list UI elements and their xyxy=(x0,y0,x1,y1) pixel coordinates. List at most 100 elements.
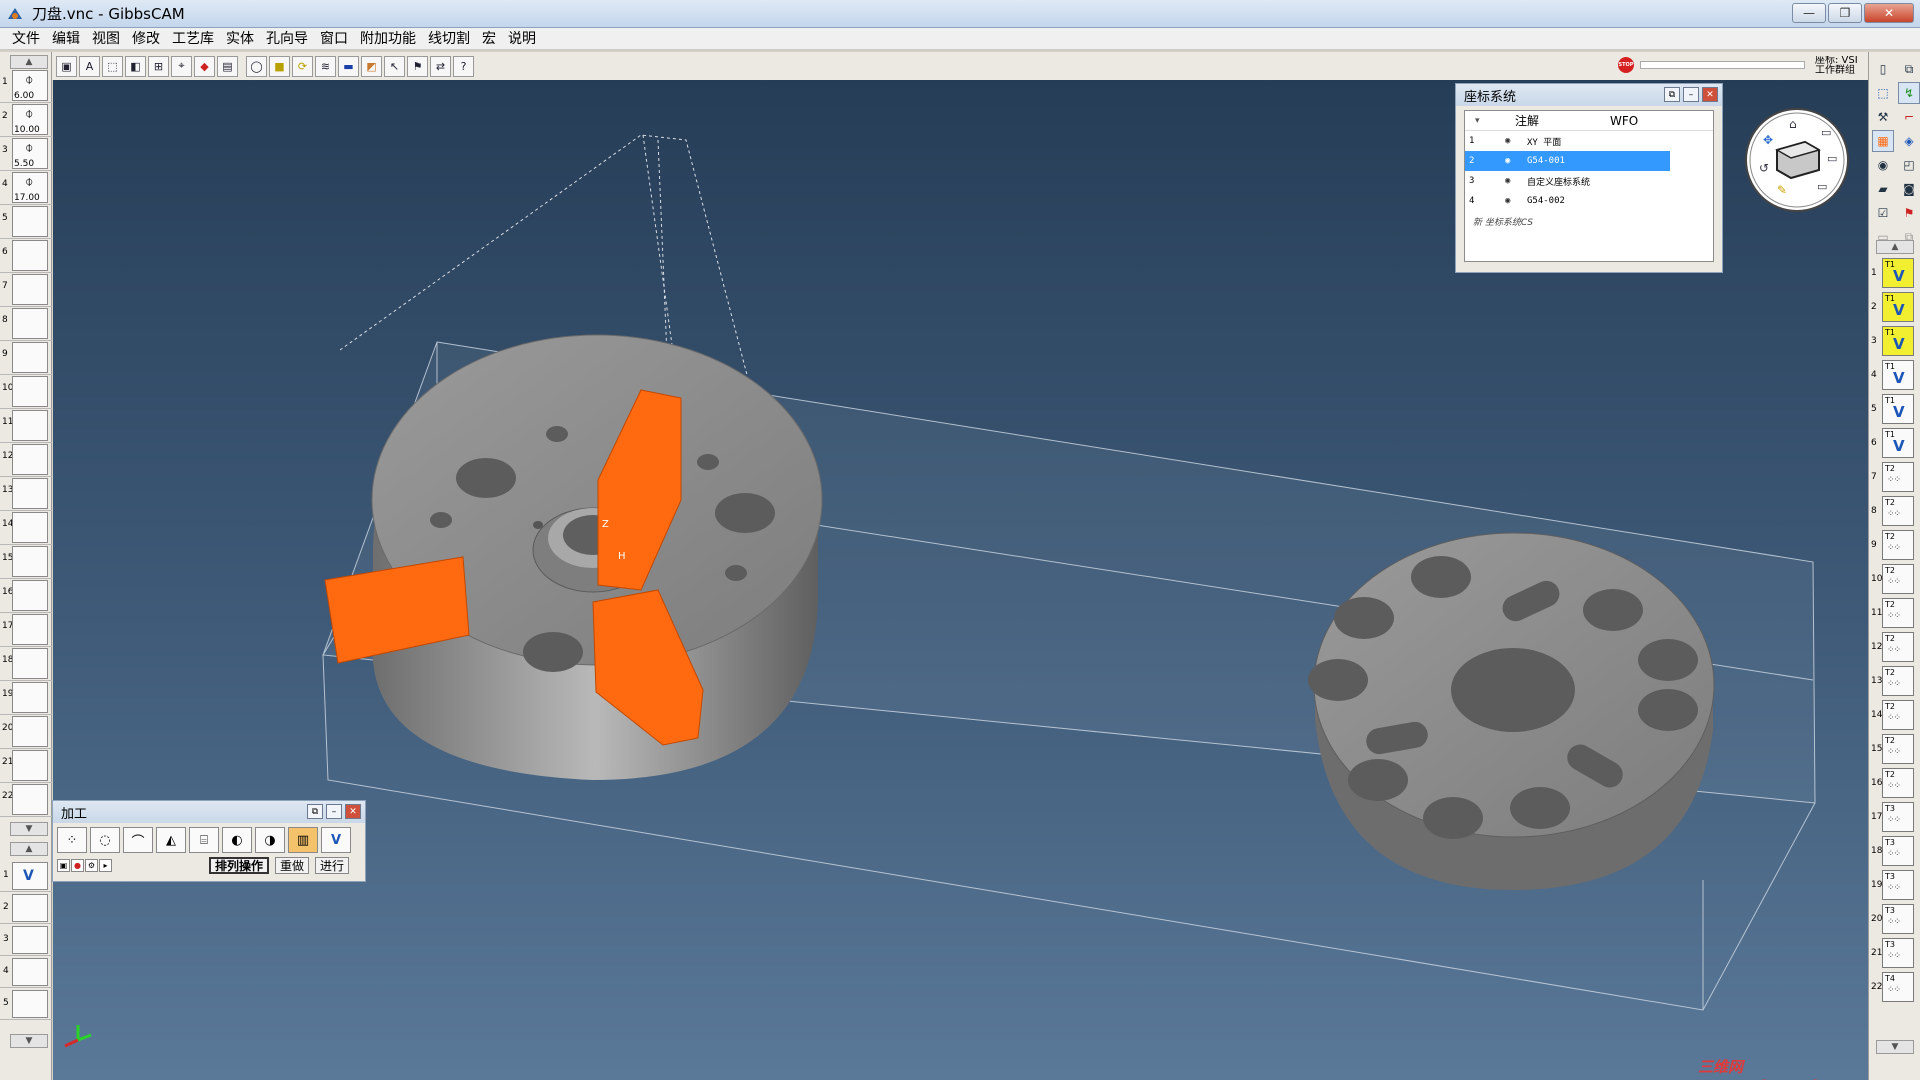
tool-slot[interactable]: 21 xyxy=(0,749,52,783)
eye-icon[interactable]: ◉ xyxy=(1505,136,1527,146)
operation-card[interactable]: T3 ⁘⁘ xyxy=(1882,870,1914,900)
edge-icon[interactable]: ▰ xyxy=(1872,178,1894,200)
tool-slot[interactable]: 6 xyxy=(0,239,52,273)
operation-card[interactable]: T2 ⁘⁘ xyxy=(1882,598,1914,628)
tool-slot[interactable]: 10 xyxy=(0,375,52,409)
navigation-cube-icon[interactable]: ⌂ ✥ ↺ ✎ ▭ ▭ ▭ xyxy=(1747,110,1847,210)
process-card[interactable] xyxy=(12,958,48,986)
operation-card[interactable]: T1 V xyxy=(1882,428,1914,458)
operation-item[interactable]: 7 T2 ⁘⁘ xyxy=(1869,460,1920,494)
operation-card[interactable]: T2 ⁘⁘ xyxy=(1882,734,1914,764)
column-note[interactable]: 注解 xyxy=(1515,112,1610,129)
tool-card[interactable] xyxy=(12,648,48,679)
menu-file[interactable]: 文件 xyxy=(6,28,46,50)
operation-card[interactable]: T3 ⁘⁘ xyxy=(1882,938,1914,968)
operation-item[interactable]: 10 T2 ⁘⁘ xyxy=(1869,562,1920,596)
operation-card[interactable]: T1 V xyxy=(1882,258,1914,288)
tool-slot[interactable]: 1 ⌽ 6.00 xyxy=(0,69,52,103)
tool-card[interactable] xyxy=(12,682,48,713)
render-icon[interactable]: ◙ xyxy=(1898,178,1920,200)
surface-alt-icon[interactable]: ◑ xyxy=(255,827,285,853)
pocket-icon[interactable]: ◭ xyxy=(156,827,186,853)
eye-icon[interactable]: ◉ xyxy=(1505,196,1527,206)
operation-item[interactable]: 5 T1 V xyxy=(1869,392,1920,426)
operation-card[interactable]: T3 ⁘⁘ xyxy=(1882,802,1914,832)
tool-slot[interactable]: 22 xyxy=(0,783,52,817)
operation-card[interactable]: T2 ⁘⁘ xyxy=(1882,666,1914,696)
minimize-button[interactable]: — xyxy=(1792,3,1826,23)
operation-scroll-up-button[interactable]: ▲ xyxy=(1876,240,1914,254)
view-box-icon[interactable]: ◰ xyxy=(1898,154,1920,176)
panel-dock-button[interactable]: ⧉ xyxy=(307,804,323,819)
operation-card[interactable]: T2 ⁘⁘ xyxy=(1882,496,1914,526)
operation-card[interactable]: T3 ⁘⁘ xyxy=(1882,904,1914,934)
operation-item[interactable]: 8 T2 ⁘⁘ xyxy=(1869,494,1920,528)
process-slot[interactable]: 2 xyxy=(0,892,52,924)
new-coordinate-item[interactable]: 新 坐标系统CS xyxy=(1465,211,1713,231)
eye-icon[interactable]: ◉ xyxy=(1505,156,1527,166)
machining-panel-titlebar[interactable]: 加工 ⧉ – ✕ xyxy=(53,801,365,823)
operation-item[interactable]: 14 T2 ⁘⁘ xyxy=(1869,698,1920,732)
operation-card[interactable]: T4 ⁘⁘ xyxy=(1882,972,1914,1002)
ellipse-icon[interactable]: ◯ xyxy=(246,55,267,77)
tool-card[interactable] xyxy=(12,376,48,407)
tool-card[interactable] xyxy=(12,580,48,611)
operation-card[interactable]: T1 V xyxy=(1882,292,1914,322)
machine-icon[interactable]: ▣ xyxy=(57,859,70,872)
curve-select-icon[interactable]: ↯ xyxy=(1898,82,1920,104)
column-wfo[interactable]: WFO xyxy=(1610,114,1638,128)
operation-item[interactable]: 20 T3 ⁘⁘ xyxy=(1869,902,1920,936)
drill-pattern-icon[interactable]: ⁘ xyxy=(57,827,87,853)
operation-card[interactable]: T3 ⁘⁘ xyxy=(1882,836,1914,866)
shaded-view-icon[interactable]: ▣ xyxy=(56,55,77,77)
contour-icon[interactable]: ◌ xyxy=(90,827,120,853)
process-slot[interactable]: 3 xyxy=(0,924,52,956)
operation-item[interactable]: 18 T3 ⁘⁘ xyxy=(1869,834,1920,868)
grid-icon[interactable]: ⊞ xyxy=(148,55,169,77)
operation-card[interactable]: T2 ⁘⁘ xyxy=(1882,462,1914,492)
operation-card[interactable]: T1 V xyxy=(1882,394,1914,424)
menu-plugins[interactable]: 附加功能 xyxy=(354,28,422,50)
tool-card[interactable] xyxy=(12,716,48,747)
restore-button[interactable]: ❐ xyxy=(1828,3,1862,23)
view-navigation-wheel[interactable]: ⌂ ✥ ↺ ✎ ▭ ▭ ▭ xyxy=(1745,108,1849,212)
sort-chevron-icon[interactable]: ▾ xyxy=(1465,116,1515,126)
menu-view[interactable]: 视图 xyxy=(86,28,126,50)
operation-item[interactable]: 2 T1 V xyxy=(1869,290,1920,324)
fill-icon[interactable]: ▤ xyxy=(217,55,238,77)
copy-icon[interactable]: ⧉ xyxy=(1898,58,1920,80)
tool-slot[interactable]: 11 xyxy=(0,409,52,443)
record-icon[interactable]: ● xyxy=(71,859,84,872)
tool-slot[interactable]: 7 xyxy=(0,273,52,307)
help-icon[interactable]: ? xyxy=(453,55,474,77)
wireframe-box-icon[interactable]: ⬚ xyxy=(102,55,123,77)
process-slot[interactable]: 1V xyxy=(0,860,52,892)
tool-slot[interactable]: 14 xyxy=(0,511,52,545)
menu-hole-wizard[interactable]: 孔向导 xyxy=(260,28,314,50)
close-button[interactable]: ✕ xyxy=(1864,3,1914,23)
surface-icon[interactable]: ◐ xyxy=(222,827,252,853)
tool-card[interactable] xyxy=(12,444,48,475)
menu-process-library[interactable]: 工艺库 xyxy=(166,28,220,50)
tool-slot[interactable]: 3 ⌽ 5.50 xyxy=(0,137,52,171)
tool-slot[interactable]: 9 xyxy=(0,341,52,375)
operation-card[interactable]: T2 ⁘⁘ xyxy=(1882,768,1914,798)
solid-box-icon[interactable]: ◧ xyxy=(125,55,146,77)
operation-item[interactable]: 13 T2 ⁘⁘ xyxy=(1869,664,1920,698)
cube-icon[interactable]: ■ xyxy=(269,55,290,77)
tool-slot[interactable]: 15 xyxy=(0,545,52,579)
tool-card[interactable] xyxy=(12,410,48,441)
pointer-icon[interactable]: ↖ xyxy=(384,55,405,77)
operation-item[interactable]: 4 T1 V xyxy=(1869,358,1920,392)
color-icon[interactable]: ◆ xyxy=(194,55,215,77)
menu-macro[interactable]: 宏 xyxy=(476,28,502,50)
redo-button[interactable]: 重做 xyxy=(275,857,310,874)
tool-icon[interactable]: ⚒ xyxy=(1872,106,1894,128)
menu-wire-edm[interactable]: 线切割 xyxy=(422,28,476,50)
fixture-icon[interactable]: ▦ xyxy=(1872,130,1894,152)
tool-slot[interactable]: 4 ⌽ 17.00 xyxy=(0,171,52,205)
tool-card[interactable] xyxy=(12,274,48,305)
menu-edit[interactable]: 编辑 xyxy=(46,28,86,50)
operation-item[interactable]: 9 T2 ⁘⁘ xyxy=(1869,528,1920,562)
tool-card[interactable] xyxy=(12,512,48,543)
